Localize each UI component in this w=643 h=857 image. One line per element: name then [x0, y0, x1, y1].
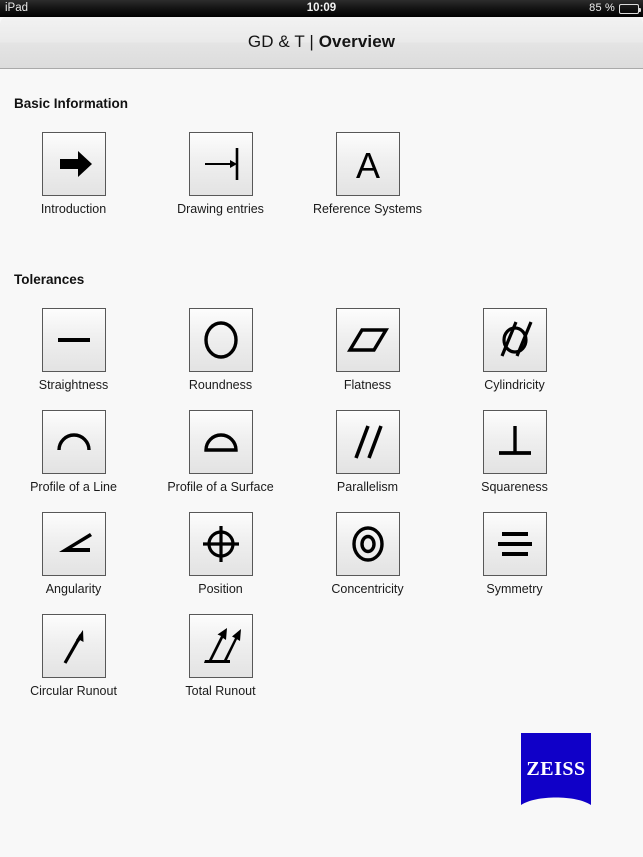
item-cylindricity[interactable]: Cylindricity [441, 308, 588, 410]
tile-introduction[interactable] [41, 132, 106, 196]
content-area: Basic Information Introduction Drawing e… [0, 70, 643, 857]
tile-concentricity[interactable] [335, 512, 400, 576]
tile-circular-runout[interactable] [41, 614, 106, 678]
item-introduction[interactable]: Introduction [0, 132, 147, 234]
profile-line-icon [56, 433, 91, 451]
item-profile-of-a-surface[interactable]: Profile of a Surface [147, 410, 294, 512]
item-symmetry[interactable]: Symmetry [441, 512, 588, 614]
item-parallelism[interactable]: Parallelism [294, 410, 441, 512]
symmetry-icon [497, 532, 532, 556]
tile-parallelism[interactable] [335, 410, 400, 474]
circular-runout-icon [63, 630, 83, 664]
item-flatness[interactable]: Flatness [294, 308, 441, 410]
item-straightness[interactable]: Straightness [0, 308, 147, 410]
item-total-runout[interactable]: Total Runout [147, 614, 294, 716]
flatness-icon [346, 328, 389, 352]
page-title-prefix: GD & T | [247, 32, 319, 51]
zeiss-logo: ZEISS [521, 733, 591, 805]
roundness-icon [203, 321, 238, 359]
item-label: Symmetry [486, 582, 543, 596]
status-clock: 10:09 [306, 2, 337, 14]
item-label: Cylindricity [484, 378, 545, 392]
tile-cylindricity[interactable] [482, 308, 547, 372]
item-label: Position [198, 582, 243, 596]
tile-drawing-entries[interactable] [188, 132, 253, 196]
parallelism-icon [353, 425, 383, 459]
tile-angularity[interactable] [41, 512, 106, 576]
item-squareness[interactable]: Squareness [441, 410, 588, 512]
status-bar: iPad 10:09 85 % [0, 0, 643, 17]
tile-position[interactable] [188, 512, 253, 576]
item-drawing-entries[interactable]: Drawing entries [147, 132, 294, 234]
item-label: Angularity [45, 582, 102, 596]
cylindricity-icon [500, 321, 532, 357]
section-heading-tolerances: Tolerances [14, 272, 85, 287]
item-label: Concentricity [331, 582, 404, 596]
tile-symmetry[interactable] [482, 512, 547, 576]
letter-a-icon: A [355, 145, 379, 186]
item-label: Drawing entries [177, 202, 264, 216]
page-title: GD & T | Overview [0, 32, 643, 52]
arrow-to-line-icon [204, 148, 238, 180]
item-label: Profile of a Surface [167, 480, 274, 494]
zeiss-logo-text: ZEISS [526, 758, 585, 780]
grid-basic-information: Introduction Drawing entries A Reference… [0, 132, 643, 234]
tile-reference-systems[interactable]: A [335, 132, 400, 196]
tile-roundness[interactable] [188, 308, 253, 372]
item-label: Squareness [481, 480, 548, 494]
tile-flatness[interactable] [335, 308, 400, 372]
tile-profile-of-a-surface[interactable] [188, 410, 253, 474]
profile-surface-icon [203, 433, 238, 452]
tile-profile-of-a-line[interactable] [41, 410, 106, 474]
item-label: Total Runout [185, 684, 256, 698]
ipad-screen: iPad 10:09 85 % GD & T | Overview Basic … [0, 0, 643, 857]
item-label: Introduction [40, 202, 107, 216]
item-reference-systems[interactable]: A Reference Systems [294, 132, 441, 234]
item-label: Circular Runout [30, 684, 117, 698]
item-label: Flatness [343, 378, 392, 392]
item-circular-runout[interactable]: Circular Runout [0, 614, 147, 716]
arrow-right-icon [59, 151, 92, 177]
item-label: Reference Systems [312, 202, 423, 216]
total-runout-icon [203, 628, 241, 663]
battery-icon [619, 3, 641, 14]
straightness-icon [57, 338, 90, 342]
item-label: Profile of a Line [30, 480, 117, 494]
squareness-icon [498, 426, 531, 455]
grid-tolerances: Straightness Roundness Flatness Cylindri… [0, 308, 643, 716]
tile-total-runout[interactable] [188, 614, 253, 678]
item-profile-of-a-line[interactable]: Profile of a Line [0, 410, 147, 512]
concentricity-icon [351, 526, 384, 562]
page-title-current: Overview [318, 32, 396, 51]
item-position[interactable]: Position [147, 512, 294, 614]
item-label: Roundness [188, 378, 253, 392]
zeiss-logo-mark: ZEISS [521, 733, 591, 805]
item-label: Parallelism [336, 480, 399, 494]
item-label: Straightness [38, 378, 109, 392]
item-roundness[interactable]: Roundness [147, 308, 294, 410]
item-angularity[interactable]: Angularity [0, 512, 147, 614]
item-concentricity[interactable]: Concentricity [294, 512, 441, 614]
section-heading-basic-information: Basic Information [14, 96, 129, 111]
svg-text:A: A [355, 145, 379, 186]
status-battery-group: 85 % [589, 0, 641, 17]
battery-percent-label: 85 % [589, 2, 615, 14]
tile-squareness[interactable] [482, 410, 547, 474]
tile-straightness[interactable] [41, 308, 106, 372]
navigation-bar: GD & T | Overview [0, 17, 643, 69]
angularity-icon [58, 533, 92, 552]
position-icon [202, 526, 239, 562]
